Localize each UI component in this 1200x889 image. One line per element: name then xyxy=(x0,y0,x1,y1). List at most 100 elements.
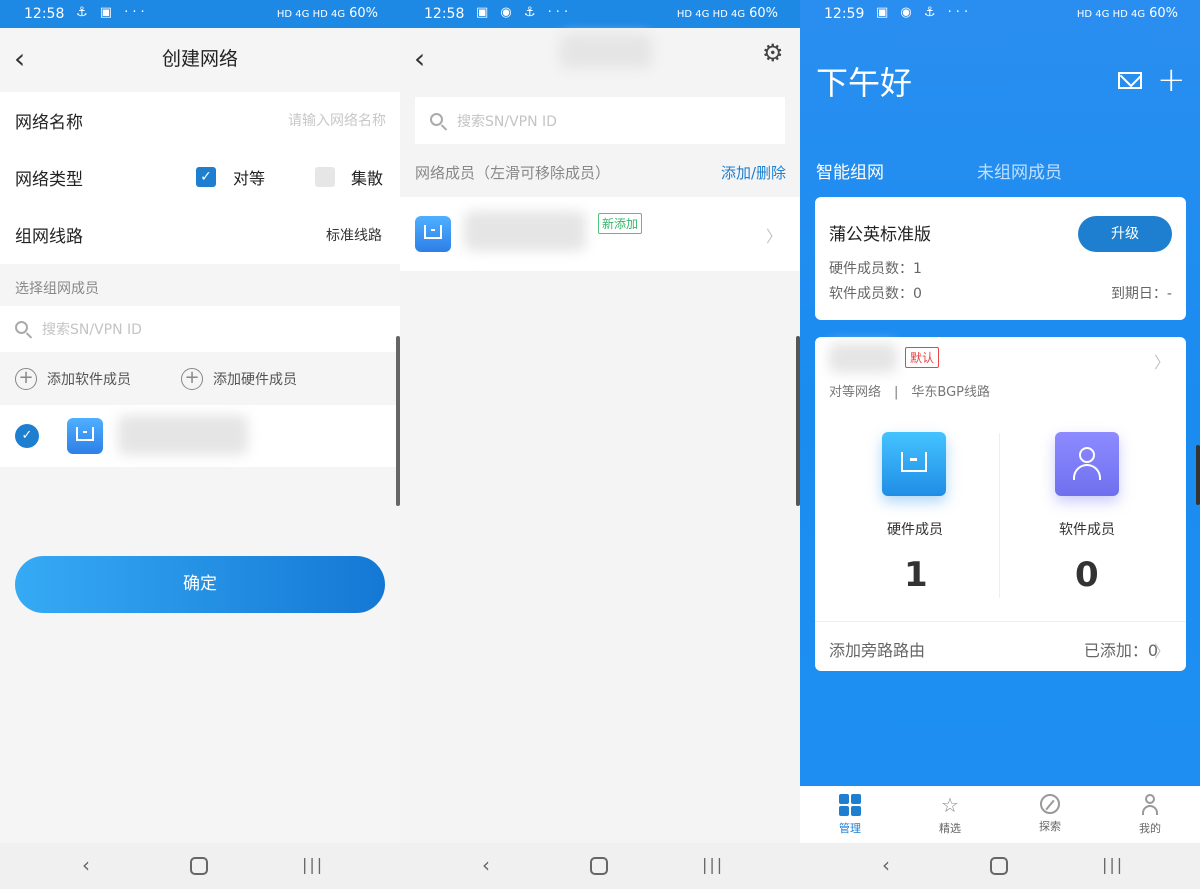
scrollbar xyxy=(1196,445,1200,505)
tab-ungrouped-members[interactable]: 未组网成员 xyxy=(977,158,1062,183)
battery-level: 60% xyxy=(349,6,378,21)
member-list-item[interactable]: 新添加 〉 xyxy=(400,197,800,271)
nav-home-icon[interactable] xyxy=(590,857,608,875)
notification-icons: ▣ ◉ ⚓ ··· xyxy=(476,5,573,20)
add-remove-link[interactable]: 添加/删除 xyxy=(721,162,786,183)
bypass-route-label[interactable]: 添加旁路路由 xyxy=(829,637,925,661)
member-section-label: 选择组网成员 xyxy=(15,281,99,297)
hardware-member-number: 1 xyxy=(904,555,928,595)
default-badge: 默认 xyxy=(905,347,940,368)
star-icon: ☆ xyxy=(941,793,959,817)
page-title: 创建网络 xyxy=(161,48,238,70)
chevron-left-icon[interactable]: ‹ xyxy=(414,42,425,75)
bottom-tabbar: 管理 ☆ 精选 探索 我的 xyxy=(800,786,1200,843)
chevron-right-icon[interactable]: 〉 xyxy=(1154,638,1170,662)
network-card[interactable]: 默认 〉 对等网络 | 华东BGP线路 硬件成员 1 软件成员 0 添加旁路路由… xyxy=(815,337,1186,671)
upgrade-button[interactable]: 升级 xyxy=(1078,216,1172,252)
confirm-button[interactable]: 确定 xyxy=(15,556,385,613)
nav-back-icon[interactable]: ‹ xyxy=(482,853,490,877)
add-member-row: + 添加软件成员 + 添加硬件成员 xyxy=(0,352,400,405)
nav-home-icon[interactable] xyxy=(990,857,1008,875)
checkbox-hub[interactable] xyxy=(315,167,335,187)
user-icon xyxy=(1139,794,1161,816)
status-time: 12:59 xyxy=(824,6,865,22)
status-right: HD 4G HD 4G 60% xyxy=(276,6,378,21)
tab-featured-label: 精选 xyxy=(939,822,961,835)
search-bar[interactable]: 搜索SN/VPN ID xyxy=(415,97,785,144)
divider xyxy=(999,433,1000,598)
software-member-label: 软件成员 xyxy=(1059,522,1115,538)
nav-recent-icon[interactable]: ||| xyxy=(702,855,724,874)
router-icon xyxy=(415,216,451,252)
tab-mine-label: 我的 xyxy=(1139,822,1161,835)
system-nav-bar: ‹ ||| xyxy=(0,843,400,889)
search-input[interactable]: 搜索SN/VPN ID xyxy=(457,111,557,131)
status-time: 12:58 xyxy=(424,6,465,22)
network-name-label: 网络名称 xyxy=(15,113,83,133)
add-software-button[interactable]: 添加软件成员 xyxy=(47,369,131,389)
hardware-member-icon[interactable] xyxy=(882,432,946,496)
tab-explore[interactable]: 探索 xyxy=(1020,794,1080,834)
create-network-screen: 12:58 ⚓ ▣ ··· HD 4G HD 4G 60% ‹ 创建网络 网络名称… xyxy=(0,0,400,889)
check-circle-icon[interactable]: ✓ xyxy=(15,424,39,448)
plus-circle-icon[interactable]: + xyxy=(15,368,37,390)
status-right: HD 4G HD 4G 60% xyxy=(1076,6,1178,21)
network-name-input[interactable]: 请输入网络名称 xyxy=(288,110,386,130)
status-bar: 12:58 ▣ ◉ ⚓ ··· HD 4G HD 4G 60% xyxy=(400,0,800,28)
nav-back-icon[interactable]: ‹ xyxy=(82,853,90,877)
network-name-row[interactable]: 网络名称 请输入网络名称 xyxy=(0,92,400,149)
tab-manage[interactable]: 管理 xyxy=(820,794,880,836)
divider xyxy=(815,621,1186,622)
route-row[interactable]: 组网线路 标准线路 〉 xyxy=(0,206,400,264)
network-subtitle: 对等网络 | 华东BGP线路 xyxy=(829,385,990,400)
add-hardware-button[interactable]: 添加硬件成员 xyxy=(213,369,297,389)
checkbox-peer-checked[interactable]: ✓ xyxy=(196,167,216,187)
chevron-right-icon[interactable]: 〉 xyxy=(1154,349,1170,373)
tab-manage-label: 管理 xyxy=(839,822,861,835)
network-type-label: 网络类型 xyxy=(15,170,83,190)
page-header: ‹ ⚙ xyxy=(400,28,800,84)
redacted-network-name xyxy=(829,343,897,373)
gear-icon[interactable]: ⚙ xyxy=(762,41,784,65)
greeting: 下午好 xyxy=(816,64,913,102)
software-member-icon[interactable] xyxy=(1055,432,1119,496)
search-bar[interactable]: 搜索SN/VPN ID xyxy=(0,306,400,352)
grid-icon xyxy=(839,794,861,816)
nav-recent-icon[interactable]: ||| xyxy=(1102,855,1124,874)
hardware-member-label: 硬件成员 xyxy=(887,522,943,538)
plan-title: 蒲公英标准版 xyxy=(829,225,931,245)
plan-card: 蒲公英标准版 升级 硬件成员数：1 软件成员数：0 到期日：- xyxy=(815,197,1186,320)
battery-level: 60% xyxy=(749,6,778,21)
chevron-right-icon: 〉 xyxy=(765,227,782,246)
chevron-right-icon: 〉 xyxy=(370,225,386,243)
notification-icons: ⚓ ▣ ··· xyxy=(76,5,149,20)
system-nav-bar: ‹ ||| xyxy=(400,843,800,889)
page-header: ‹ 创建网络 xyxy=(0,28,400,92)
tab-explore-label: 探索 xyxy=(1039,820,1061,833)
type-option-peer[interactable]: 对等 xyxy=(233,165,265,189)
status-bar: 12:58 ⚓ ▣ ··· HD 4G HD 4G 60% xyxy=(0,0,400,28)
bypass-route-value: 已添加：0 xyxy=(1083,641,1158,660)
tab-smart-network[interactable]: 智能组网 xyxy=(816,158,884,183)
nav-back-icon[interactable]: ‹ xyxy=(882,853,890,877)
home-screen: 12:59 ▣ ◉ ⚓ ··· HD 4G HD 4G 60% 下午好 + 智能组… xyxy=(800,0,1200,889)
type-option-hub[interactable]: 集散 xyxy=(351,165,383,189)
battery-level: 60% xyxy=(1149,6,1178,21)
expiry-date: 到期日：- xyxy=(1110,286,1172,302)
software-member-count: 软件成员数：0 xyxy=(829,286,922,302)
network-members-screen: 12:58 ▣ ◉ ⚓ ··· HD 4G HD 4G 60% ‹ ⚙ 搜索SN/… xyxy=(400,0,800,889)
nav-home-icon[interactable] xyxy=(190,857,208,875)
plus-icon[interactable]: + xyxy=(1157,60,1186,100)
search-icon xyxy=(15,321,28,334)
member-list-item[interactable]: ✓ xyxy=(0,405,400,467)
tab-featured[interactable]: ☆ 精选 xyxy=(920,794,980,836)
search-icon xyxy=(430,113,443,126)
search-input[interactable]: 搜索SN/VPN ID xyxy=(42,319,142,339)
plus-circle-icon[interactable]: + xyxy=(181,368,203,390)
nav-recent-icon[interactable]: ||| xyxy=(302,855,324,874)
new-badge: 新添加 xyxy=(598,213,643,234)
tab-mine[interactable]: 我的 xyxy=(1120,794,1180,836)
route-label: 组网线路 xyxy=(15,227,83,247)
network-form: 网络名称 请输入网络名称 网络类型 ✓ 对等 集散 组网线路 标准线路 〉 xyxy=(0,92,400,264)
mail-icon[interactable] xyxy=(1118,72,1142,89)
